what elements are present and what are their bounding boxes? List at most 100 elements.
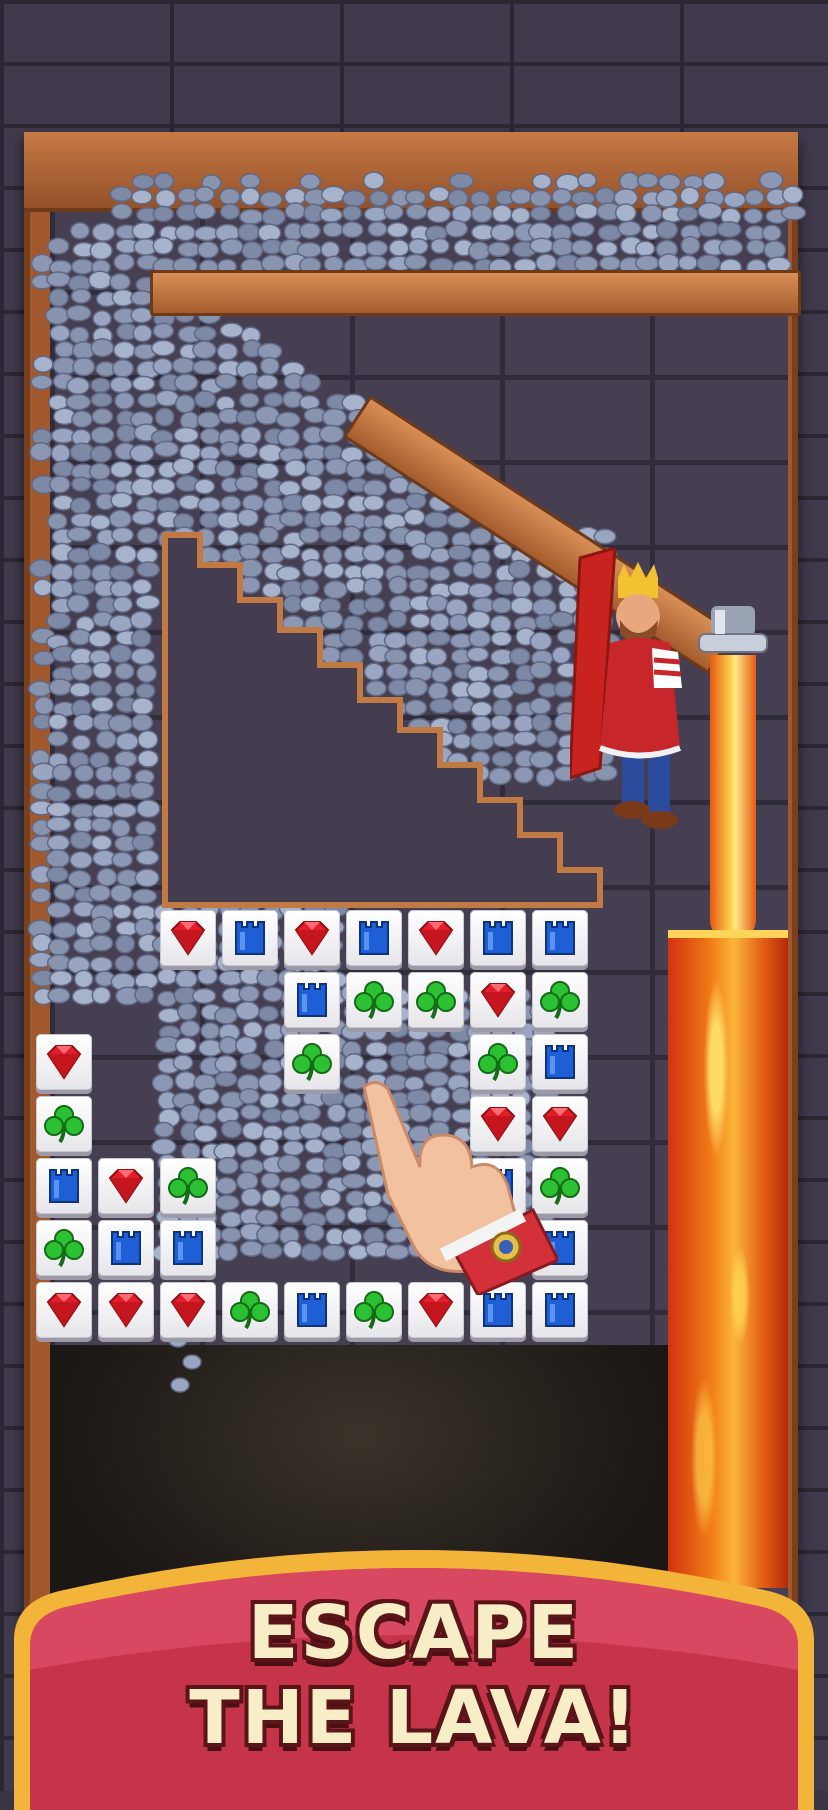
stone xyxy=(70,258,95,275)
stone xyxy=(171,356,196,375)
falling-stone xyxy=(170,1377,190,1393)
stone xyxy=(174,969,198,989)
green-clover-tile[interactable] xyxy=(36,1220,92,1276)
stone xyxy=(131,888,158,905)
stone xyxy=(196,411,221,429)
stone xyxy=(259,190,283,209)
stone xyxy=(362,494,385,512)
red-gem-tile[interactable] xyxy=(36,1282,92,1338)
blue-tower-tile[interactable] xyxy=(470,910,526,966)
stone xyxy=(173,373,199,392)
blue-tower-tile[interactable] xyxy=(284,972,340,1028)
stone xyxy=(116,423,137,443)
stone xyxy=(66,376,90,395)
stone xyxy=(115,934,136,954)
red-gem-tile[interactable] xyxy=(98,1158,154,1214)
stone xyxy=(321,407,348,428)
stone xyxy=(69,830,93,850)
stone xyxy=(214,1006,238,1025)
stone xyxy=(234,1001,260,1021)
blue-tower-tile[interactable] xyxy=(36,1158,92,1214)
stone xyxy=(197,496,222,513)
stone xyxy=(45,849,71,869)
stone xyxy=(219,237,244,256)
blue-tower-icon xyxy=(483,921,513,955)
stone xyxy=(152,205,174,223)
stone xyxy=(237,441,259,459)
stone xyxy=(136,663,158,684)
stone xyxy=(219,203,241,220)
stone xyxy=(258,1137,280,1157)
stone xyxy=(49,969,73,987)
stone xyxy=(617,220,642,237)
green-clover-tile[interactable] xyxy=(284,1034,340,1090)
stone xyxy=(91,222,116,242)
stone xyxy=(152,236,174,255)
green-clover-tile[interactable] xyxy=(346,972,402,1028)
stone xyxy=(388,476,410,495)
stone xyxy=(71,410,93,428)
stone xyxy=(193,1124,218,1143)
stone xyxy=(48,475,71,494)
blue-tower-tile[interactable] xyxy=(98,1220,154,1276)
stone xyxy=(261,207,286,227)
stone xyxy=(113,252,135,272)
red-gem-tile[interactable] xyxy=(470,972,526,1028)
stone xyxy=(153,440,180,458)
stone xyxy=(131,375,156,392)
stone xyxy=(405,492,427,510)
stone xyxy=(594,186,616,206)
stone xyxy=(114,391,135,410)
stone xyxy=(216,342,239,361)
stone xyxy=(404,189,427,205)
stone xyxy=(614,203,637,223)
stone xyxy=(241,241,264,260)
red-gem-icon xyxy=(170,1293,206,1328)
stone xyxy=(214,373,238,390)
stone xyxy=(299,373,321,393)
stone xyxy=(92,310,112,328)
red-gem-tile[interactable] xyxy=(408,910,464,966)
stone xyxy=(490,223,516,242)
red-gem-tile[interactable] xyxy=(36,1034,92,1090)
stone xyxy=(134,985,155,1004)
stone xyxy=(324,457,350,476)
stone xyxy=(70,662,94,682)
stone xyxy=(199,427,222,445)
stone xyxy=(680,235,701,255)
stone xyxy=(177,1002,198,1021)
red-gem-tile[interactable] xyxy=(160,1282,216,1338)
red-gem-icon xyxy=(108,1169,144,1204)
stone xyxy=(262,986,284,1003)
stone xyxy=(156,990,178,1008)
stone xyxy=(242,1020,263,1039)
green-clover-tile[interactable] xyxy=(532,972,588,1028)
stone xyxy=(27,680,53,698)
stone xyxy=(364,254,388,271)
stone xyxy=(676,205,699,222)
stone xyxy=(304,1138,326,1154)
stone xyxy=(367,221,388,238)
red-gem-tile[interactable] xyxy=(98,1282,154,1338)
stone xyxy=(701,171,726,191)
blue-tower-tile[interactable] xyxy=(222,910,278,966)
green-clover-tile[interactable] xyxy=(408,972,464,1028)
green-clover-tile[interactable] xyxy=(36,1096,92,1152)
blue-tower-tile[interactable] xyxy=(284,1282,340,1338)
stone xyxy=(110,491,133,509)
stone xyxy=(280,1092,302,1108)
blue-tower-tile[interactable] xyxy=(346,910,402,966)
stone xyxy=(257,1073,283,1093)
green-clover-icon xyxy=(540,981,580,1020)
red-gem-tile[interactable] xyxy=(284,910,340,966)
stone xyxy=(236,508,259,527)
green-clover-tile[interactable] xyxy=(160,1158,216,1214)
stone xyxy=(173,426,199,444)
red-gem-tile[interactable] xyxy=(160,910,216,966)
blue-tower-tile[interactable] xyxy=(532,910,588,966)
stone xyxy=(92,478,117,495)
stone xyxy=(240,186,261,207)
green-clover-tile[interactable] xyxy=(222,1282,278,1338)
blue-tower-tile[interactable] xyxy=(160,1220,216,1276)
stone xyxy=(32,650,56,667)
